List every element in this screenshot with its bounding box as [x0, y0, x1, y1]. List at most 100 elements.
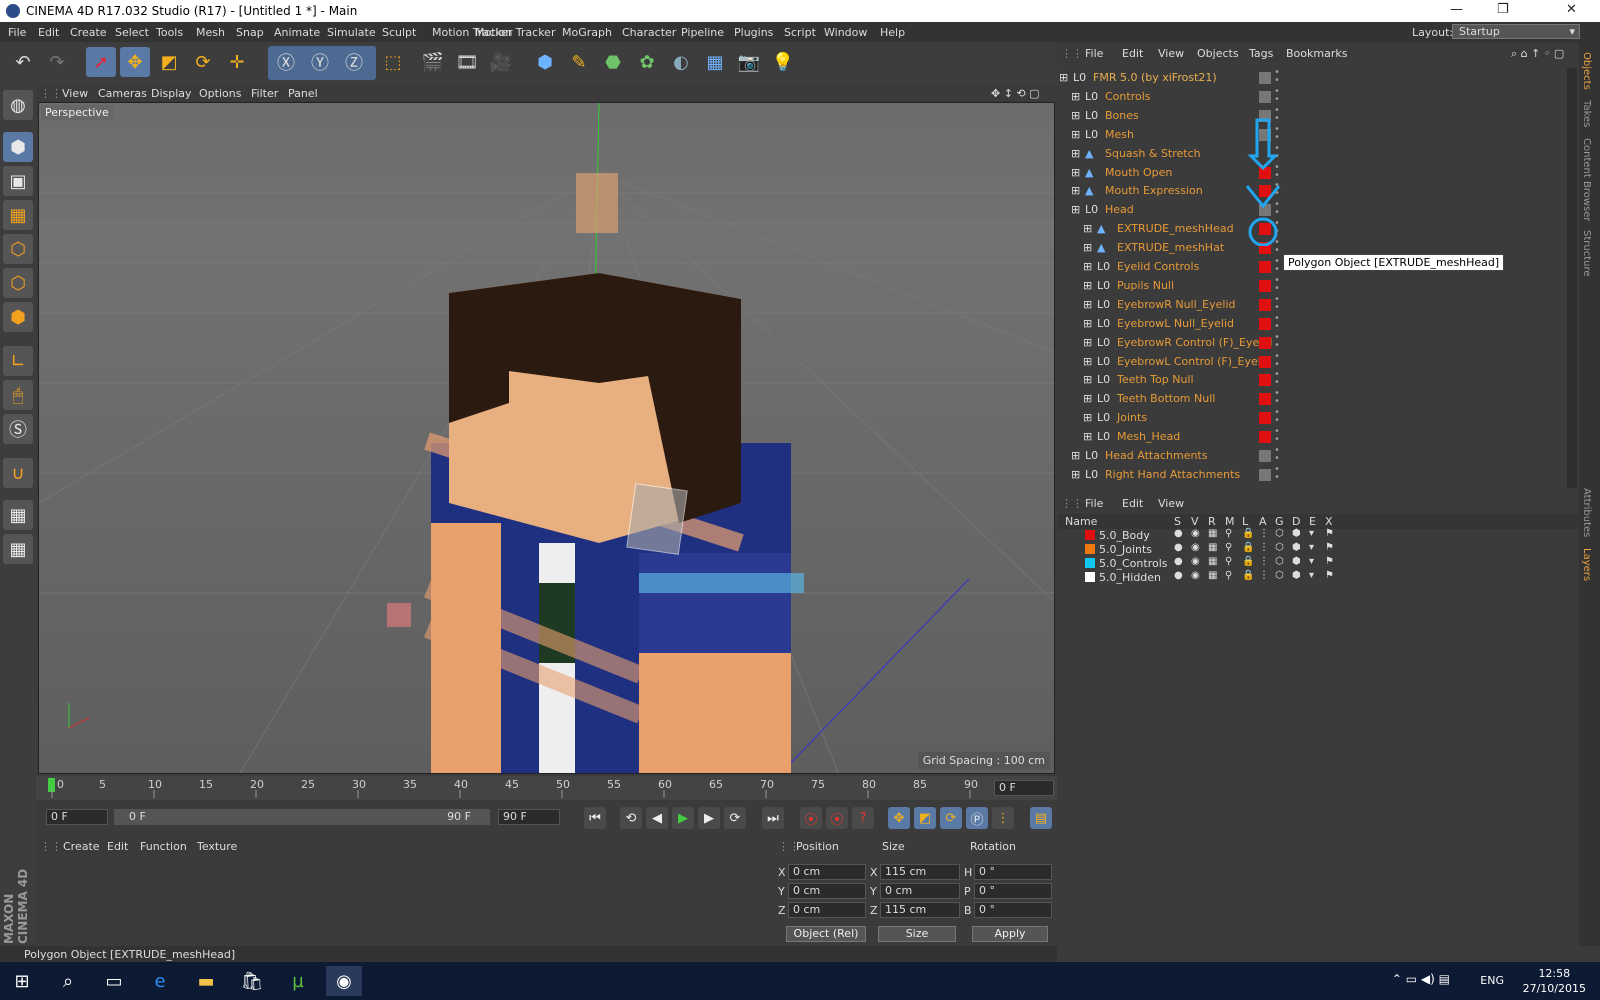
- layer-toggle-icon[interactable]: ▦: [1208, 528, 1217, 539]
- store-icon[interactable]: 🛍: [234, 966, 270, 996]
- live-selection-icon[interactable]: ➚: [86, 47, 116, 77]
- layer-toggle-icon[interactable]: ⬡: [1275, 528, 1284, 539]
- menu-character[interactable]: Character: [622, 26, 676, 39]
- magnet-icon[interactable]: ∪: [3, 458, 33, 488]
- layer-toggle-icon[interactable]: ▦: [1208, 556, 1217, 567]
- autokey-icon[interactable]: ⦿: [826, 807, 848, 829]
- rotate-icon[interactable]: ⟳: [188, 47, 218, 77]
- layer-toggle-icon[interactable]: ⚲: [1225, 570, 1232, 581]
- obj-menu-file[interactable]: File: [1085, 47, 1103, 60]
- perspective-viewport[interactable]: Perspective Grid Spacing : 100 cm: [38, 102, 1055, 774]
- visibility-dots-icon[interactable]: • •: [1274, 446, 1280, 464]
- layer-toggle-icon[interactable]: ⬢: [1292, 528, 1301, 539]
- object-row[interactable]: ⊞ ▲ EXTRUDE_meshHead • •: [1057, 219, 1567, 238]
- edge-icon[interactable]: e: [142, 966, 178, 996]
- maximize-button[interactable]: ❐: [1497, 2, 1509, 17]
- expand-icon[interactable]: ⊞: [1071, 184, 1080, 197]
- key-parameter-icon[interactable]: Ⓟ: [966, 807, 988, 829]
- render-view-icon[interactable]: 🎬: [418, 47, 448, 77]
- vp-menu-panel[interactable]: Panel: [288, 87, 318, 100]
- texture-mode-icon[interactable]: ▣: [3, 166, 33, 196]
- object-row[interactable]: ⊞ L0 Pupils Null • •: [1057, 275, 1567, 295]
- object-row[interactable]: ⊞ L0 EyebrowR Control (F)_Eyelid • •: [1057, 332, 1567, 352]
- rotation-p-field[interactable]: 0 °: [974, 883, 1052, 899]
- y-axis-icon[interactable]: Ⓨ: [305, 47, 335, 77]
- minimize-button[interactable]: —: [1450, 2, 1463, 17]
- start-frame-field[interactable]: 0 F: [46, 809, 108, 825]
- expand-icon[interactable]: ⊞: [1071, 90, 1080, 103]
- obj-menu-bookmarks[interactable]: Bookmarks: [1286, 47, 1347, 60]
- current-frame-field[interactable]: 0 F: [994, 780, 1054, 796]
- vp-menu-filter[interactable]: Filter: [251, 87, 278, 100]
- cube-icon[interactable]: ⬢: [530, 47, 560, 77]
- object-row[interactable]: ⊞ L0 FMR 5.0 (by xiFrost21) • •: [1057, 68, 1567, 87]
- menu-script[interactable]: Script: [784, 26, 816, 39]
- obj-menu-tags[interactable]: Tags: [1249, 47, 1273, 60]
- menu-sculpt[interactable]: Sculpt: [382, 26, 416, 39]
- layer-toggle-icon[interactable]: ⚲: [1225, 556, 1232, 567]
- expand-icon[interactable]: ⊞: [1083, 430, 1092, 443]
- layer-color-swatch[interactable]: [1259, 412, 1271, 425]
- layer-toggle-icon[interactable]: ●: [1174, 542, 1183, 553]
- tab-structure[interactable]: Structure: [1581, 230, 1592, 277]
- tab-layers[interactable]: Layers: [1581, 548, 1592, 581]
- menu-mograph[interactable]: MoGraph: [562, 26, 612, 39]
- workplane-lock-icon[interactable]: ▦: [3, 500, 33, 530]
- start-icon[interactable]: ⊞: [4, 966, 40, 996]
- layer-toggle-icon[interactable]: ●: [1174, 556, 1183, 567]
- tab-objects[interactable]: Objects: [1581, 52, 1592, 90]
- menu-simulate[interactable]: Simulate: [327, 26, 376, 39]
- planar-workplane-icon[interactable]: ▦: [3, 534, 33, 564]
- expand-icon[interactable]: ⊞: [1083, 373, 1092, 386]
- task-view-icon[interactable]: ▭: [96, 966, 132, 996]
- timeline-window-icon[interactable]: ▤: [1030, 807, 1052, 829]
- floor-icon[interactable]: ▦: [700, 47, 730, 77]
- tweak-mode-icon[interactable]: 🖱: [3, 380, 33, 410]
- expand-icon[interactable]: ⊞: [1071, 203, 1080, 216]
- expand-icon[interactable]: ⊞: [1083, 355, 1092, 368]
- layer-row[interactable]: 5.0_Body ● ◉ ▦ ⚲ 🔒 ⋮ ⬡ ⬢ ▾ ⚑: [1057, 528, 1579, 542]
- enable-axis-icon[interactable]: ∟: [3, 346, 33, 376]
- tab-attributes[interactable]: Attributes: [1581, 488, 1592, 537]
- render-picture-viewer-icon[interactable]: 🎞: [452, 47, 482, 77]
- preview-range-slider[interactable]: 0 F 90 F: [114, 809, 490, 825]
- visibility-dots-icon[interactable]: • •: [1274, 294, 1280, 312]
- layer-toggle-icon[interactable]: ◉: [1191, 556, 1200, 567]
- size-x-field[interactable]: 115 cm: [880, 864, 960, 880]
- utorrent-icon[interactable]: µ: [280, 966, 316, 996]
- layer-menu-file[interactable]: File: [1085, 497, 1103, 510]
- search-icon[interactable]: ⌕: [50, 966, 86, 996]
- layer-toggle-icon[interactable]: ▾: [1309, 528, 1314, 539]
- points-mode-icon[interactable]: ⬡: [3, 234, 33, 264]
- object-row[interactable]: ⊞ L0 EyebrowR Null_Eyelid • •: [1057, 294, 1567, 314]
- visibility-dots-icon[interactable]: • •: [1274, 86, 1280, 104]
- layer-row[interactable]: 5.0_Controls ● ◉ ▦ ⚲ 🔒 ⋮ ⬡ ⬢ ▾ ⚑: [1057, 556, 1579, 570]
- mat-menu-create[interactable]: Create: [63, 840, 100, 853]
- menu-edit[interactable]: Edit: [38, 26, 59, 39]
- size-y-field[interactable]: 0 cm: [880, 883, 960, 899]
- mat-menu-function[interactable]: Function: [140, 840, 187, 853]
- expand-icon[interactable]: ⊞: [1071, 147, 1080, 160]
- menu-plugins[interactable]: Plugins: [734, 26, 773, 39]
- expand-icon[interactable]: ⊞: [1071, 468, 1080, 481]
- layer-color-swatch[interactable]: [1259, 279, 1271, 292]
- object-row[interactable]: ⊞ L0 Controls • •: [1057, 86, 1567, 106]
- layer-toggle-icon[interactable]: ●: [1174, 528, 1183, 539]
- coordinate-system-icon[interactable]: ⬚: [378, 47, 408, 77]
- vp-menu-options[interactable]: Options: [199, 87, 241, 100]
- object-row[interactable]: ⊞ L0 Joints • •: [1057, 408, 1567, 427]
- key-position-icon[interactable]: ✥: [888, 807, 910, 829]
- obj-search-icon[interactable]: ⌕ ⌂ ↑ ◦ ▢: [1511, 47, 1564, 61]
- visibility-dots-icon[interactable]: • •: [1274, 332, 1280, 350]
- layer-toggle-icon[interactable]: ⬡: [1275, 556, 1284, 567]
- menu-tools[interactable]: Tools: [156, 26, 183, 39]
- menu-help[interactable]: Help: [880, 26, 905, 39]
- layer-toggle-icon[interactable]: ▾: [1309, 556, 1314, 567]
- keyframe-selection-icon[interactable]: ?: [852, 807, 874, 829]
- layer-color-swatch[interactable]: [1259, 72, 1271, 84]
- layer-toggle-icon[interactable]: ⋮: [1259, 542, 1269, 553]
- layer-row[interactable]: 5.0_Hidden ● ◉ ▦ ⚲ 🔒 ⋮ ⬡ ⬢ ▾ ⚑: [1057, 570, 1579, 584]
- layer-toggle-icon[interactable]: ⚑: [1325, 570, 1334, 581]
- visibility-dots-icon[interactable]: • •: [1274, 389, 1280, 407]
- pen-icon[interactable]: ✎: [564, 47, 594, 77]
